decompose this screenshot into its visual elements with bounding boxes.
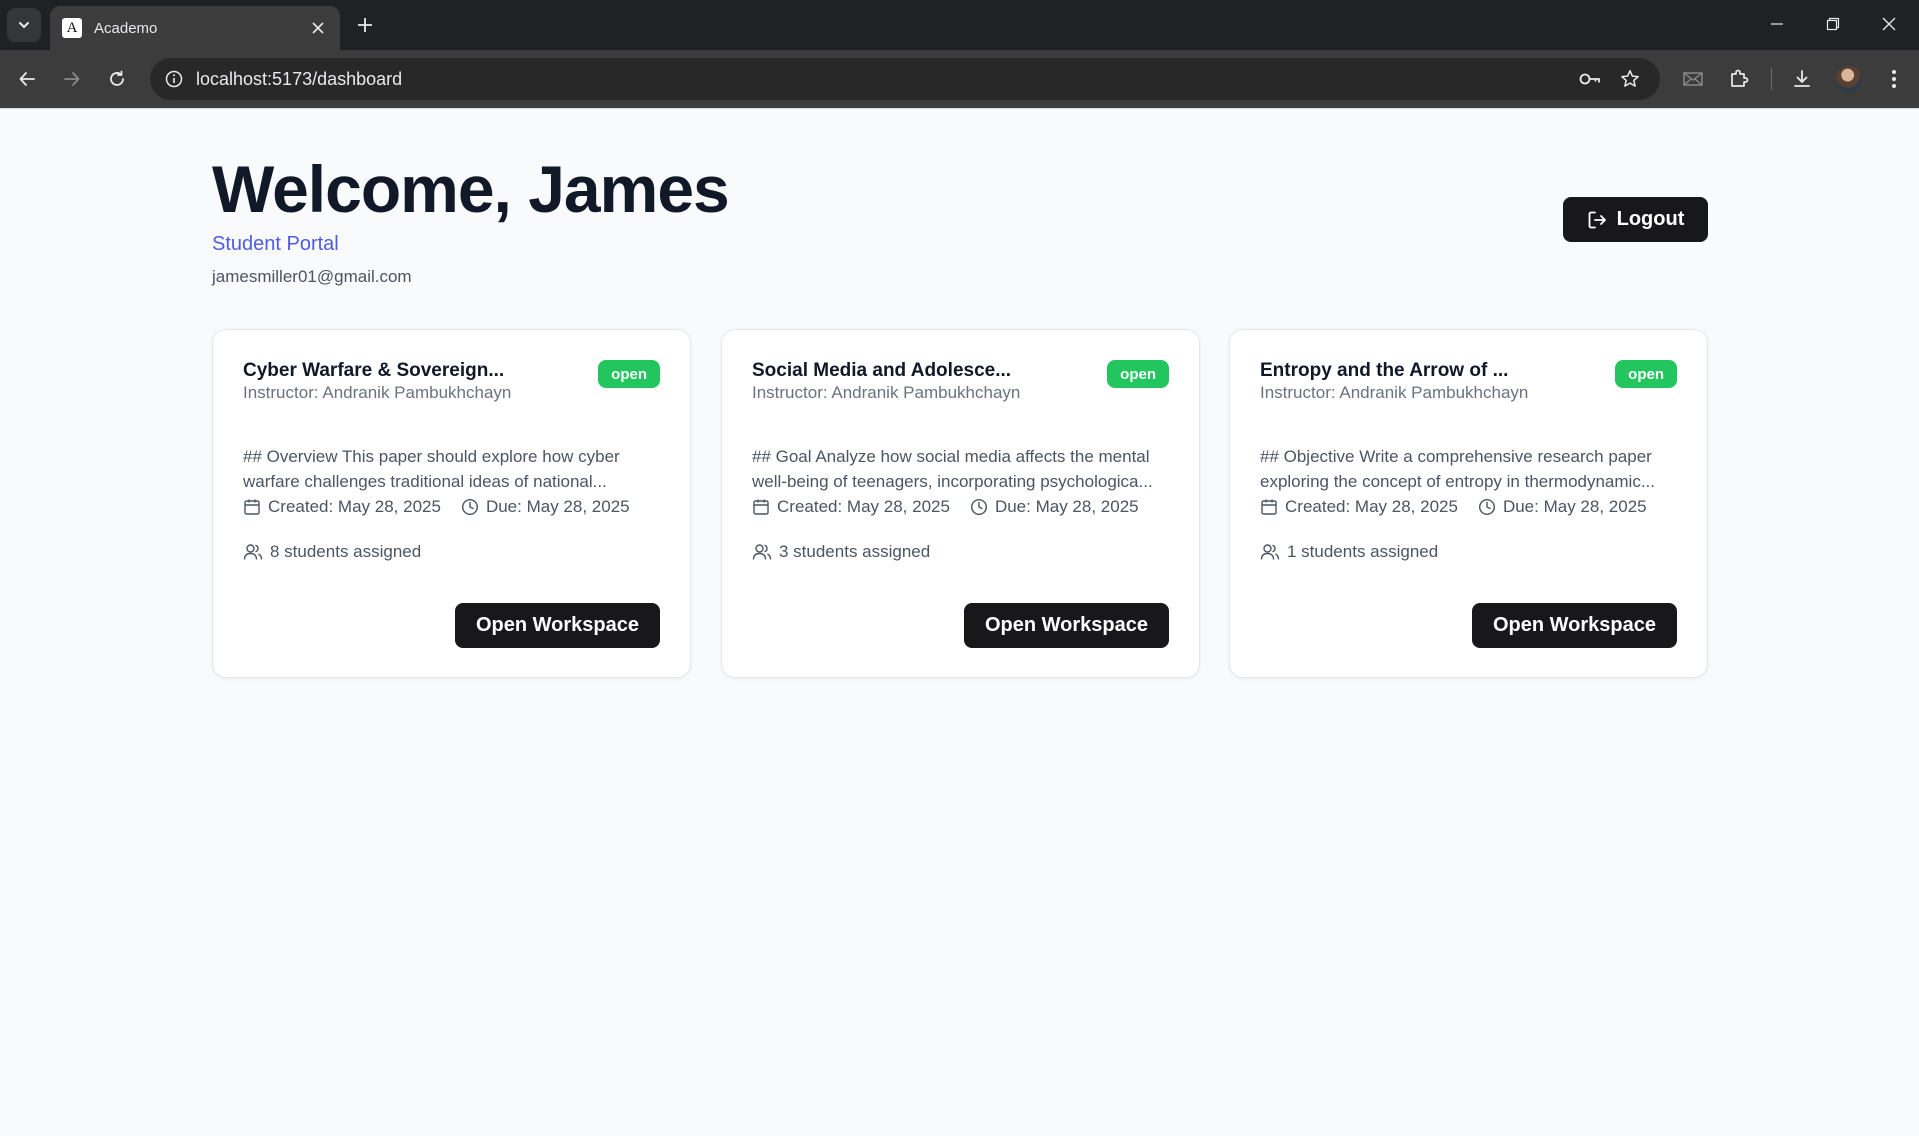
downloads-button[interactable] bbox=[1787, 64, 1817, 94]
created-date: Created: May 28, 2025 bbox=[1260, 497, 1458, 517]
site-favicon: A bbox=[62, 18, 82, 38]
minimize-icon bbox=[1770, 17, 1784, 31]
due-date: Due: May 28, 2025 bbox=[461, 497, 630, 517]
instructor-name: Instructor: Andranik Pambukhchayn bbox=[752, 383, 1021, 402]
assignment-description: ## Objective Write a comprehensive resea… bbox=[1260, 447, 1655, 491]
calendar-icon bbox=[752, 498, 770, 516]
portal-label: Student Portal bbox=[212, 233, 339, 255]
reload-button[interactable] bbox=[100, 62, 134, 96]
clock-icon bbox=[461, 498, 479, 516]
puzzle-icon bbox=[1728, 68, 1750, 90]
logout-button[interactable]: Logout bbox=[1563, 197, 1708, 242]
download-icon bbox=[1792, 69, 1812, 89]
students-assigned: 3 students assigned bbox=[752, 542, 930, 562]
status-badge: open bbox=[1615, 360, 1677, 388]
tab-title: Academo bbox=[94, 19, 158, 37]
url-text[interactable]: localhost:5173/dashboard bbox=[196, 69, 402, 90]
info-icon bbox=[165, 70, 183, 88]
mail-extension-button[interactable] bbox=[1678, 64, 1708, 94]
logout-icon bbox=[1587, 210, 1607, 230]
clock-icon bbox=[1478, 498, 1496, 516]
status-badge: open bbox=[598, 360, 660, 388]
users-icon bbox=[243, 543, 263, 561]
star-icon bbox=[1620, 69, 1640, 89]
restore-button[interactable] bbox=[1811, 6, 1855, 42]
browser-tab-strip: A Academo bbox=[0, 0, 1919, 50]
dashboard-page: Welcome, James Student Portal jamesmille… bbox=[0, 109, 1919, 1136]
due-date: Due: May 28, 2025 bbox=[1478, 497, 1647, 517]
browser-menu-button[interactable] bbox=[1879, 64, 1909, 94]
calendar-icon bbox=[243, 498, 261, 516]
mail-icon bbox=[1683, 71, 1703, 87]
tab-close-button[interactable] bbox=[308, 18, 328, 38]
extensions-button[interactable] bbox=[1724, 64, 1754, 94]
due-date-text: Due: May 28, 2025 bbox=[994, 497, 1139, 516]
students-assigned-text: 8 students assigned bbox=[270, 542, 422, 561]
window-close-button[interactable] bbox=[1867, 6, 1911, 42]
back-button[interactable] bbox=[10, 62, 44, 96]
date-row: Created: May 28, 2025 Due: May 28, 2025 bbox=[1260, 497, 1647, 517]
due-date-text: Due: May 28, 2025 bbox=[485, 497, 630, 516]
open-workspace-button[interactable]: Open Workspace bbox=[964, 603, 1169, 648]
address-bar[interactable]: localhost:5173/dashboard bbox=[150, 58, 1660, 100]
status-badge: open bbox=[1107, 360, 1169, 388]
open-workspace-button[interactable]: Open Workspace bbox=[1472, 603, 1677, 648]
close-icon bbox=[312, 22, 324, 34]
students-assigned: 1 students assigned bbox=[1260, 542, 1438, 562]
bookmark-button[interactable] bbox=[1618, 67, 1642, 91]
tab-search-button[interactable] bbox=[7, 8, 41, 42]
arrow-right-icon bbox=[63, 70, 81, 88]
instructor-name: Instructor: Andranik Pambukhchayn bbox=[1260, 383, 1529, 402]
password-key-button[interactable] bbox=[1578, 67, 1602, 91]
created-date: Created: May 28, 2025 bbox=[243, 497, 441, 517]
reload-icon bbox=[108, 70, 126, 88]
chevron-down-icon bbox=[17, 18, 31, 32]
date-row: Created: May 28, 2025 Due: May 28, 2025 bbox=[752, 497, 1139, 517]
profile-avatar[interactable] bbox=[1836, 66, 1862, 92]
created-date: Created: May 28, 2025 bbox=[752, 497, 950, 517]
assignment-title[interactable]: Social Media and Adolesce... bbox=[752, 360, 1052, 382]
minimize-button[interactable] bbox=[1755, 6, 1799, 42]
key-icon bbox=[1578, 67, 1602, 91]
students-assigned-text: 3 students assigned bbox=[779, 542, 931, 561]
instructor-name: Instructor: Andranik Pambukhchayn bbox=[243, 383, 512, 402]
more-vertical-icon bbox=[1891, 69, 1897, 89]
students-assigned: 8 students assigned bbox=[243, 542, 421, 562]
date-row: Created: May 28, 2025 Due: May 28, 2025 bbox=[243, 497, 630, 517]
created-date-text: Created: May 28, 2025 bbox=[777, 497, 950, 516]
assignment-card: Entropy and the Arrow of ... open Instru… bbox=[1229, 329, 1708, 678]
calendar-icon bbox=[1260, 498, 1278, 516]
created-date-text: Created: May 28, 2025 bbox=[1285, 497, 1458, 516]
assignment-description: ## Goal Analyze how social media affects… bbox=[752, 447, 1153, 491]
assignment-description: ## Overview This paper should explore ho… bbox=[243, 447, 620, 491]
browser-tab[interactable]: A Academo bbox=[50, 6, 340, 50]
arrow-left-icon bbox=[18, 70, 36, 88]
assignment-title[interactable]: Entropy and the Arrow of ... bbox=[1260, 360, 1560, 382]
created-date-text: Created: May 28, 2025 bbox=[268, 497, 441, 516]
open-workspace-button[interactable]: Open Workspace bbox=[455, 603, 660, 648]
site-info-button[interactable] bbox=[162, 67, 186, 91]
users-icon bbox=[752, 543, 772, 561]
close-icon bbox=[1882, 17, 1896, 31]
new-tab-button[interactable] bbox=[352, 12, 378, 38]
browser-toolbar: localhost:5173/dashboard bbox=[0, 50, 1919, 108]
page-title: Welcome, James bbox=[212, 152, 730, 226]
assignment-card: Social Media and Adolesce... open Instru… bbox=[721, 329, 1200, 678]
plus-icon bbox=[357, 17, 373, 33]
assignment-card: Cyber Warfare & Sovereign... open Instru… bbox=[212, 329, 691, 678]
toolbar-divider bbox=[1771, 68, 1772, 90]
assignment-title[interactable]: Cyber Warfare & Sovereign... bbox=[243, 360, 543, 382]
logout-label: Logout bbox=[1616, 208, 1685, 230]
restore-icon bbox=[1826, 17, 1840, 31]
due-date: Due: May 28, 2025 bbox=[970, 497, 1139, 517]
students-assigned-text: 1 students assigned bbox=[1287, 542, 1439, 561]
clock-icon bbox=[970, 498, 988, 516]
forward-button[interactable] bbox=[55, 62, 89, 96]
due-date-text: Due: May 28, 2025 bbox=[1502, 497, 1647, 516]
user-email: jamesmiller01@gmail.com bbox=[212, 267, 412, 286]
users-icon bbox=[1260, 543, 1280, 561]
